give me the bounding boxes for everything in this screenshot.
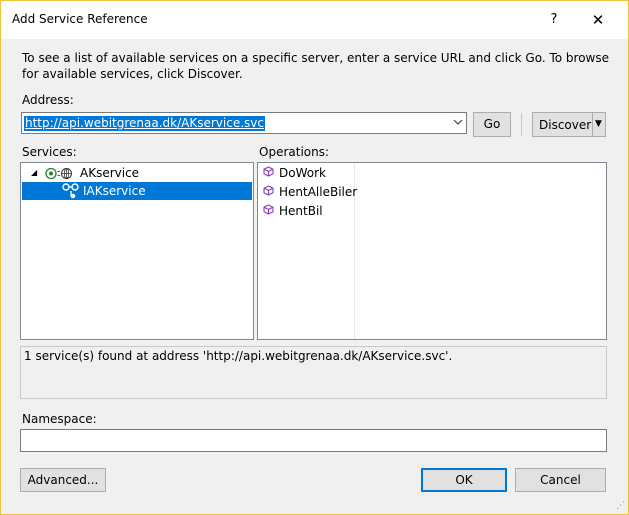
status-box: 1 service(s) found at address 'http://ap…: [20, 346, 607, 399]
operation-item[interactable]: HentAlleBiler: [263, 183, 357, 202]
window-title: Add Service Reference: [12, 12, 148, 26]
resize-grip-icon[interactable]: ⋰: [616, 501, 625, 511]
namespace-input[interactable]: [20, 429, 607, 452]
operation-label: HentAlleBiler: [279, 185, 358, 199]
operation-item[interactable]: HentBil: [263, 202, 323, 221]
method-cube-icon: [263, 202, 275, 221]
discover-split-button[interactable]: Discover ▼: [532, 112, 606, 137]
status-message: 1 service(s) found at address 'http://ap…: [24, 349, 453, 363]
advanced-button[interactable]: Advanced...: [20, 468, 106, 492]
expand-triangle-icon[interactable]: ◢: [31, 164, 37, 182]
chevron-down-icon[interactable]: [453, 115, 463, 132]
address-combobox[interactable]: http://api.webitgrenaa.dk/AKservice.svc: [21, 112, 467, 134]
address-label: Address:: [22, 93, 74, 107]
split-divider: [592, 113, 593, 136]
method-cube-icon: [263, 164, 275, 183]
ok-button[interactable]: OK: [421, 468, 507, 492]
add-service-reference-dialog: Add Service Reference ? ✕ To see a list …: [0, 0, 629, 515]
help-button[interactable]: ?: [541, 7, 567, 33]
operation-label: DoWork: [279, 166, 326, 180]
cancel-button[interactable]: Cancel: [515, 468, 606, 492]
operation-label: HentBil: [279, 204, 323, 218]
close-button[interactable]: ✕: [585, 7, 611, 33]
services-tree[interactable]: ◢ AKservice IAKservice: [20, 162, 254, 340]
namespace-label: Namespace:: [22, 412, 97, 426]
tree-node-label: AKservice: [80, 166, 140, 180]
title-bar: Add Service Reference ? ✕: [1, 1, 628, 39]
discover-button[interactable]: Discover: [539, 114, 591, 136]
operations-label: Operations:: [259, 145, 330, 159]
go-button[interactable]: Go: [473, 112, 511, 137]
instructions-text: To see a list of available services on a…: [22, 51, 610, 81]
method-cube-icon: [263, 183, 275, 202]
address-input[interactable]: http://api.webitgrenaa.dk/AKservice.svc: [24, 116, 265, 131]
tree-node-akservice[interactable]: ◢ AKservice: [21, 164, 253, 182]
interface-icon: [62, 183, 80, 204]
dropdown-arrow-icon[interactable]: ▼: [595, 113, 602, 135]
operations-list[interactable]: DoWork HentAlleBiler HentBil: [257, 162, 607, 340]
operation-item[interactable]: DoWork: [263, 164, 326, 183]
tree-node-iakservice[interactable]: IAKservice: [22, 182, 252, 200]
tree-node-label: IAKservice: [83, 184, 146, 198]
services-label: Services:: [22, 145, 77, 159]
toolbar-separator: [521, 113, 522, 136]
